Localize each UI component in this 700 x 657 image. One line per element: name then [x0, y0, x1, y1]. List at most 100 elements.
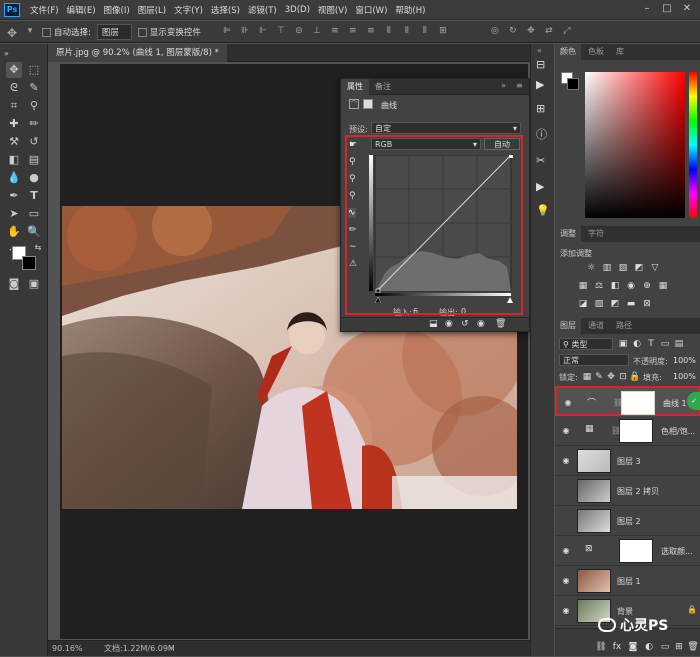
filter-pixel-icon[interactable]: ▣ — [617, 338, 629, 350]
layer-mask-thumbnail[interactable] — [619, 419, 653, 443]
layer-filter-dropdown[interactable]: ⚲ 类型 — [559, 338, 613, 350]
3d-slide-icon[interactable]: ⇄ — [543, 26, 555, 38]
layer-name[interactable]: 选取颜... — [661, 546, 693, 557]
menu-window[interactable]: 窗口(W) — [351, 4, 391, 16]
layer-name[interactable]: 色相/饱... — [661, 426, 695, 437]
layer-name[interactable]: 图层 2 拷贝 — [617, 486, 659, 497]
align-middle-icon[interactable]: ⊝ — [293, 26, 305, 38]
menu-3d[interactable]: 3D(D) — [281, 5, 314, 15]
gradient-tool-icon[interactable]: ▤ — [26, 152, 42, 168]
panel-expand-icon[interactable]: » — [501, 81, 506, 90]
path-select-tool-icon[interactable]: ➤ — [6, 206, 22, 222]
3d-mode-icon[interactable]: ◎ — [489, 26, 501, 38]
filter-smart-icon[interactable]: ▤ — [673, 338, 685, 350]
align-top-icon[interactable]: ⊤ — [275, 26, 287, 38]
move-tool-icon[interactable]: ✥ — [6, 26, 18, 40]
threshold-icon[interactable]: ◩ — [609, 298, 621, 310]
toolbar-collapse-icon[interactable]: » — [4, 46, 44, 62]
visibility-icon[interactable]: ◉ — [477, 319, 485, 329]
preset-dropdown[interactable]: 自定 ▾ — [371, 122, 521, 134]
black-white-icon[interactable]: ◧ — [609, 280, 621, 292]
distribute-top-icon[interactable]: ≡ — [329, 26, 341, 38]
tools-preset-icon[interactable]: ✂ — [536, 154, 545, 167]
screen-mode-icon[interactable]: ▣ — [26, 276, 42, 292]
filter-type-icon[interactable]: T — [645, 338, 657, 350]
align-bottom-icon[interactable]: ⊥ — [311, 26, 323, 38]
delete-layer-icon[interactable]: 🗑 — [687, 641, 699, 653]
tab-properties[interactable]: 属性 — [341, 79, 369, 95]
menu-file[interactable]: 文件(F) — [26, 4, 63, 16]
tab-channels[interactable]: 通道 — [583, 318, 609, 334]
3d-scale-icon[interactable]: ⤢ — [561, 26, 573, 38]
color-picker-field[interactable] — [585, 72, 685, 218]
menu-layer[interactable]: 图层(L) — [134, 4, 170, 16]
layer-thumbnail[interactable] — [577, 449, 611, 473]
layer-row[interactable]: 图层 2 — [555, 506, 700, 536]
align-right-icon[interactable]: ⊩ — [257, 26, 269, 38]
layer-name[interactable]: 图层 2 — [617, 516, 641, 527]
visibility-eye-icon[interactable]: ◉ — [561, 426, 571, 436]
collapse-icon[interactable]: « — [537, 46, 542, 55]
history-panel-icon[interactable]: ⊟ — [536, 58, 545, 71]
auto-align-icon[interactable]: ⊞ — [437, 26, 449, 38]
visibility-eye-icon[interactable]: ◉ — [561, 456, 571, 466]
layer-row[interactable]: 图层 2 拷贝 — [555, 476, 700, 506]
new-adjustment-icon[interactable]: ◐ — [643, 641, 655, 653]
channel-mixer-icon[interactable]: ⊕ — [641, 280, 653, 292]
chevron-down-icon[interactable]: ▾ — [24, 26, 36, 38]
levels-icon[interactable]: ▥ — [601, 262, 613, 274]
filter-shape-icon[interactable]: ▭ — [659, 338, 671, 350]
tab-notes[interactable]: 备注 — [369, 79, 397, 95]
3d-rotate-icon[interactable]: ↻ — [507, 26, 519, 38]
lock-position-icon[interactable]: ✥ — [605, 371, 617, 383]
hue-slider[interactable] — [689, 72, 697, 218]
panel-menu-icon[interactable]: ≡ — [516, 81, 523, 90]
tab-adjustments[interactable]: 调整 — [555, 226, 581, 242]
hue-saturation-icon[interactable]: ▦ — [577, 280, 589, 292]
brush-tool-icon[interactable]: ✏ — [26, 116, 42, 132]
tab-layers[interactable]: 图层 — [555, 318, 581, 334]
menu-filter[interactable]: 滤镜(T) — [244, 4, 281, 16]
vibrance-icon[interactable]: ▽ — [649, 262, 661, 274]
minimize-icon[interactable]: – — [640, 3, 654, 17]
clone-stamp-tool-icon[interactable]: ⚒ — [6, 134, 22, 150]
link-layers-icon[interactable]: ⛓ — [595, 641, 607, 653]
menu-type[interactable]: 文字(Y) — [170, 4, 207, 16]
layer-name[interactable]: 曲线 1 — [663, 398, 687, 409]
exposure-icon[interactable]: ◩ — [633, 262, 645, 274]
history-brush-tool-icon[interactable]: ↺ — [26, 134, 42, 150]
move-tool-icon[interactable]: ✥ — [6, 62, 22, 78]
curves-icon[interactable]: ▨ — [617, 262, 629, 274]
opacity-value[interactable]: 100% — [673, 356, 696, 365]
distribute-right-icon[interactable]: ⦀ — [419, 26, 431, 38]
layer-mask-thumbnail[interactable] — [619, 539, 653, 563]
layer-row[interactable]: ◉ 图层 3 — [555, 446, 700, 476]
auto-select-dropdown[interactable]: 图层 — [96, 23, 132, 40]
swap-colors-icon[interactable]: ⇆ — [30, 240, 46, 256]
color-bg-swatch[interactable] — [567, 78, 579, 90]
layer-thumbnail[interactable] — [577, 509, 611, 533]
view-previous-icon[interactable]: ◉ — [445, 319, 453, 329]
posterize-icon[interactable]: ▧ — [593, 298, 605, 310]
menu-select[interactable]: 选择(S) — [207, 4, 244, 16]
crop-tool-icon[interactable]: ⌗ — [6, 98, 22, 114]
distribute-bottom-icon[interactable]: ≡ — [365, 26, 377, 38]
color-balance-icon[interactable]: ⚖ — [593, 280, 605, 292]
actions-panel-icon[interactable]: ▶ — [536, 78, 544, 91]
menu-image[interactable]: 图像(I) — [100, 4, 134, 16]
pen-tool-icon[interactable]: ✒ — [6, 188, 22, 204]
layer-name[interactable]: 图层 1 — [617, 576, 641, 587]
color-lookup-icon[interactable]: ▦ — [657, 280, 669, 292]
lightbulb-icon[interactable]: 💡 — [536, 204, 550, 217]
eraser-tool-icon[interactable]: ◧ — [6, 152, 22, 168]
brightness-contrast-icon[interactable]: ☼ — [585, 262, 597, 274]
layer-name[interactable]: 图层 3 — [617, 456, 641, 467]
visibility-eye-icon[interactable]: ◉ — [561, 546, 571, 556]
rectangle-tool-icon[interactable]: ▭ — [26, 206, 42, 222]
layer-row[interactable]: ◉ ▦ ⛓ 色相/饱... — [555, 416, 700, 446]
selective-color-icon[interactable]: ⊠ — [641, 298, 653, 310]
distribute-left-icon[interactable]: ⦀ — [383, 26, 395, 38]
tab-swatches[interactable]: 色板 — [583, 44, 609, 60]
new-layer-icon[interactable]: ⊞ — [673, 641, 685, 653]
lock-artboard-icon[interactable]: ⊡ — [617, 371, 629, 383]
